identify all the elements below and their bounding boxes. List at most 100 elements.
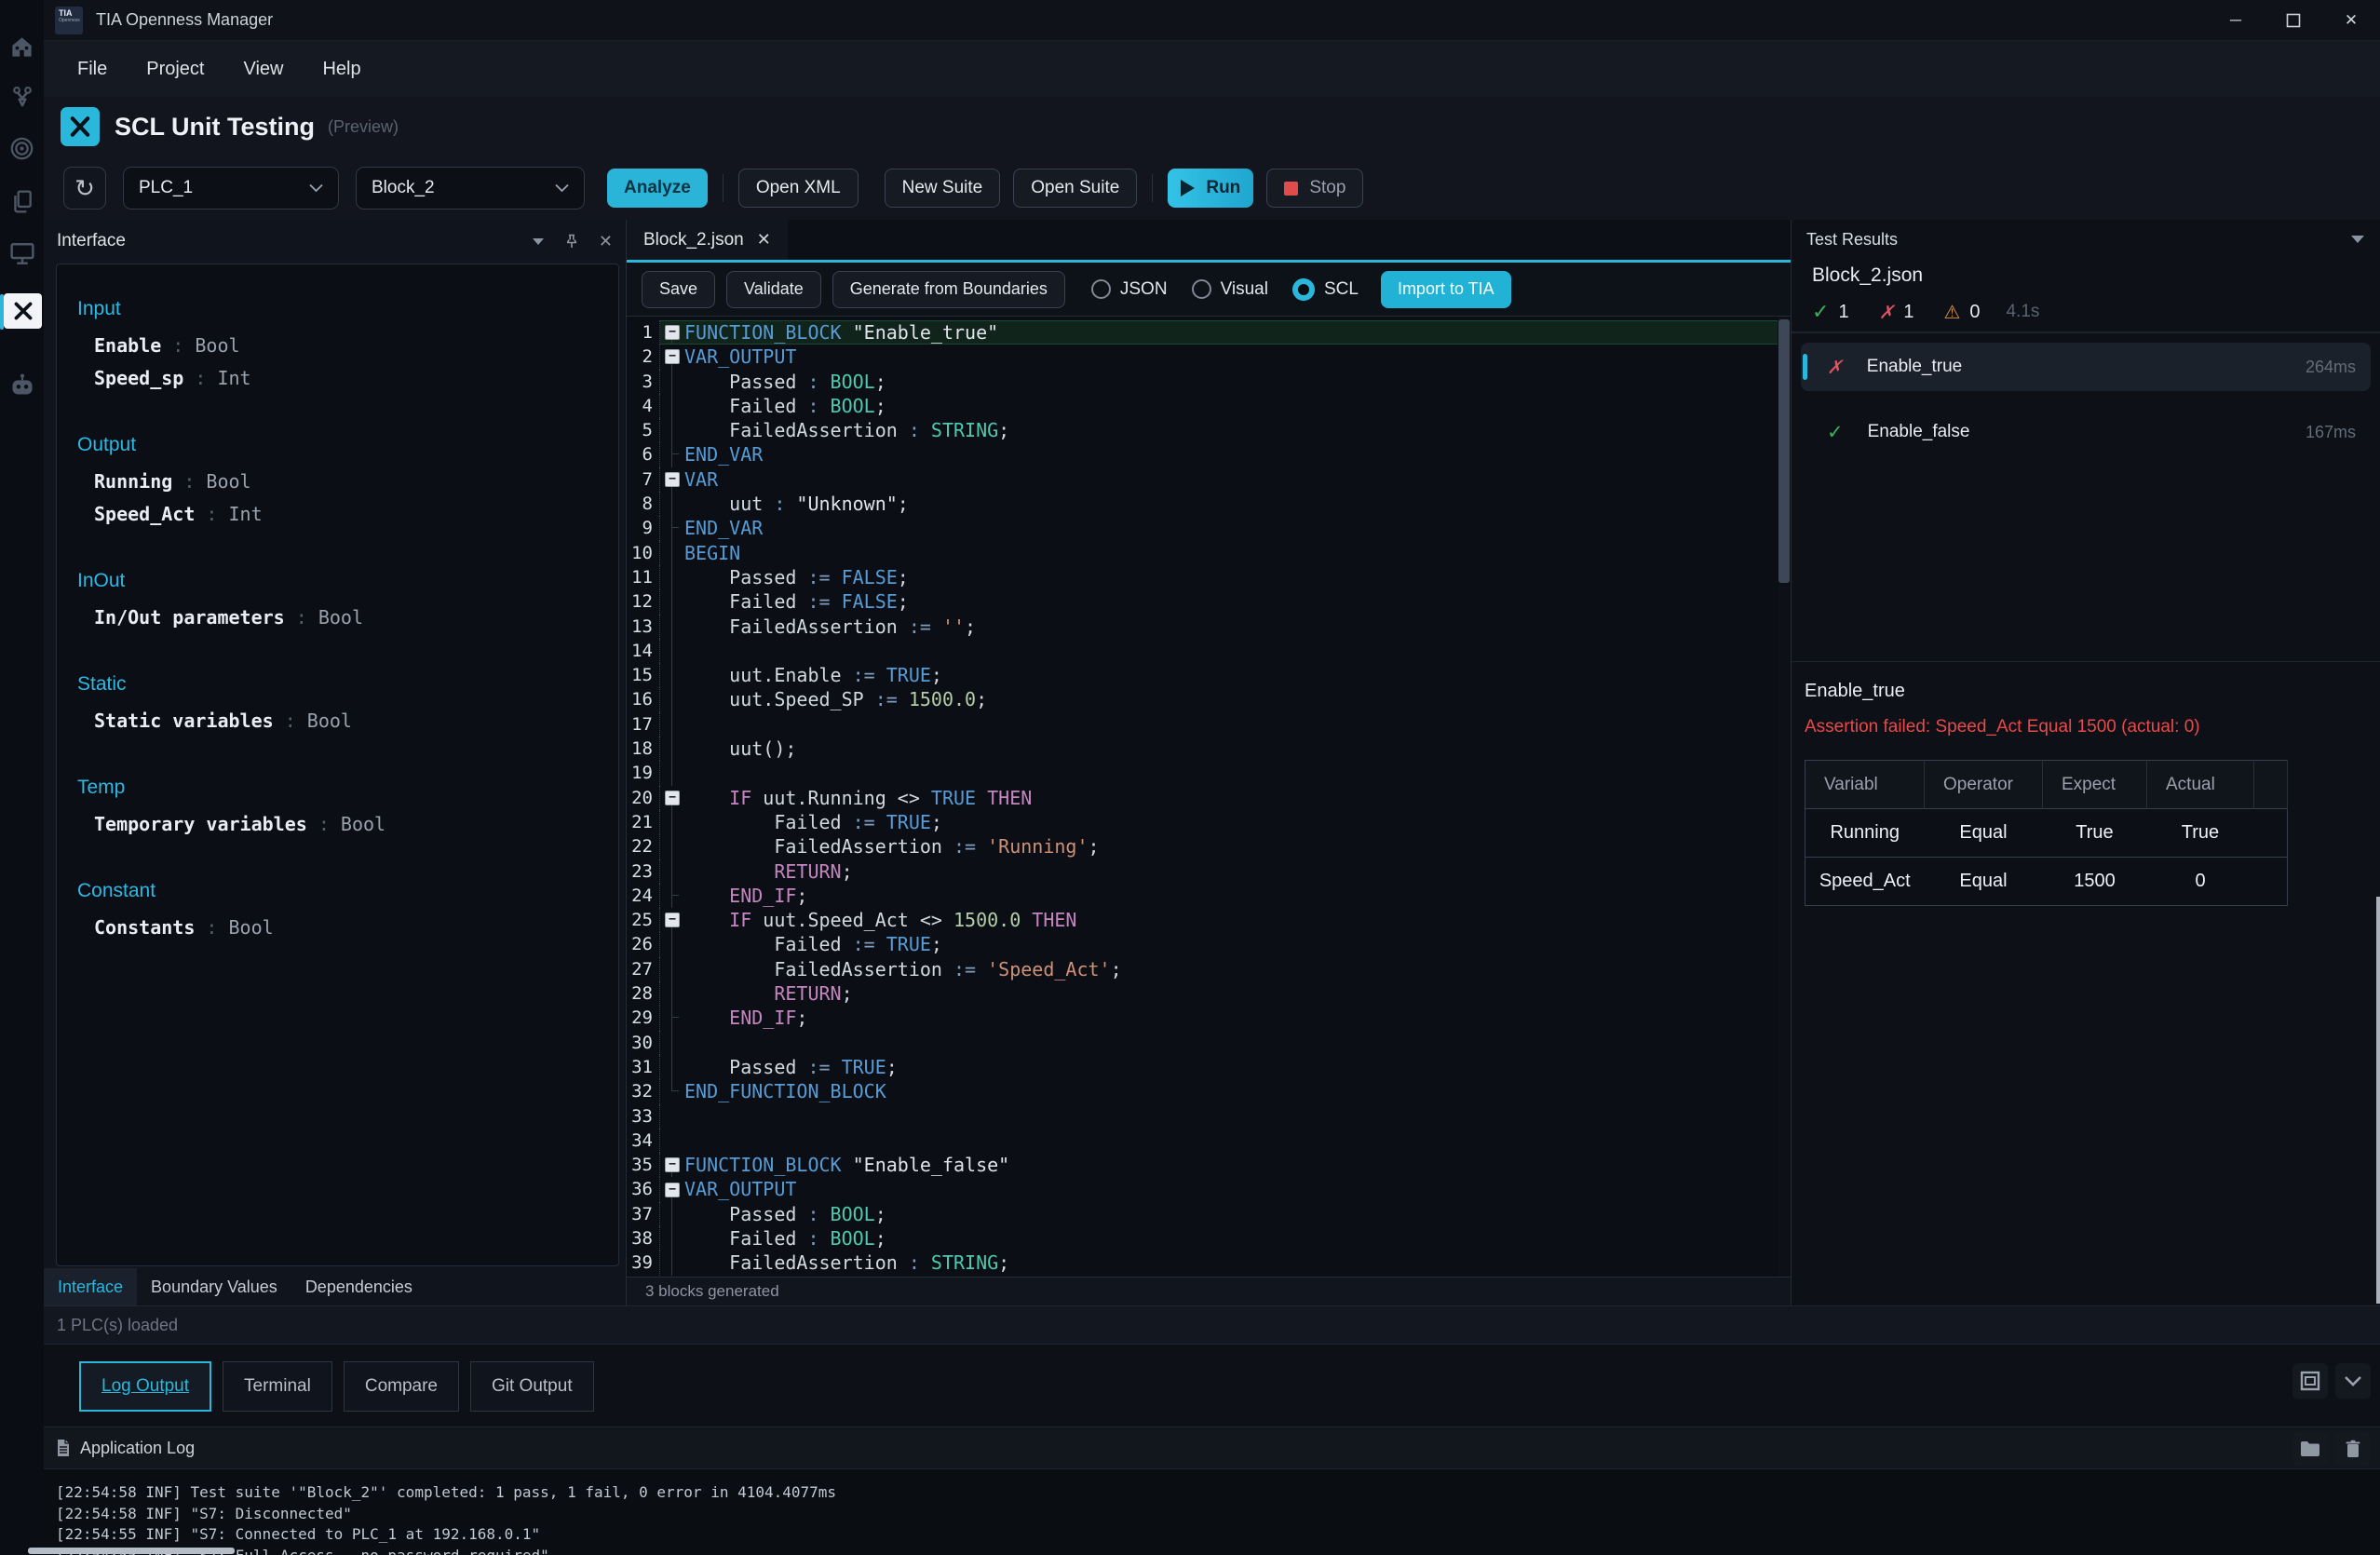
radio-visual[interactable]: Visual	[1192, 279, 1268, 300]
branch-icon[interactable]	[0, 78, 44, 115]
code-editor[interactable]: 1−FUNCTION_BLOCK "Enable_true"2−VAR_OUTP…	[627, 317, 1791, 1277]
fold-minus-icon[interactable]: −	[665, 791, 680, 805]
fold-marker-icon[interactable]: −	[660, 908, 684, 932]
tab-block2-json[interactable]: Block_2.json ✕	[627, 220, 788, 260]
panel-tab-dependencies[interactable]: Dependencies	[291, 1268, 426, 1305]
save-button[interactable]: Save	[642, 271, 715, 308]
plc-select[interactable]: PLC_1	[123, 167, 339, 210]
panel-scrollbar-thumb[interactable]	[2376, 897, 2380, 1304]
new-suite-button[interactable]: New Suite	[885, 169, 1001, 208]
horizontal-scrollbar-thumb[interactable]	[28, 1548, 235, 1554]
code-line: 21 Failed := TRUE;	[627, 810, 1791, 834]
code-line-body: BEGIN	[660, 541, 1791, 565]
code-line: 27 FailedAssertion := 'Speed_Act';	[627, 957, 1791, 981]
fold-minus-icon[interactable]: −	[665, 325, 680, 340]
radio-dot	[1192, 279, 1211, 299]
close-icon[interactable]: ✕	[599, 232, 613, 251]
open-xml-button[interactable]: Open XML	[738, 169, 859, 208]
maximize-panel-icon[interactable]	[2292, 1363, 2328, 1399]
fold-minus-icon[interactable]: −	[665, 1157, 680, 1172]
code-line: 26 Failed := TRUE;	[627, 932, 1791, 956]
test-result-item[interactable]: ✓Enable_false167ms	[1801, 408, 2371, 456]
code-line-body	[660, 639, 1791, 663]
generate-from-boundaries-button[interactable]: Generate from Boundaries	[832, 271, 1065, 308]
close-icon[interactable]: ✕	[2322, 0, 2380, 41]
fold-marker-icon[interactable]: −	[660, 345, 684, 369]
radio-scl[interactable]: SCL	[1292, 278, 1359, 301]
radio-json[interactable]: JSON	[1091, 279, 1168, 300]
line-number: 32	[627, 1079, 660, 1103]
block-select[interactable]: Block_2	[356, 167, 585, 210]
fold-minus-icon[interactable]: −	[665, 913, 680, 927]
code-text: Passed : BOOL;	[684, 1202, 886, 1226]
bottom-tab-terminal[interactable]: Terminal	[223, 1361, 332, 1412]
fold-marker-icon[interactable]: −	[660, 467, 684, 492]
test-result-item[interactable]: ✗Enable_true264ms	[1801, 343, 2371, 391]
run-button[interactable]: Run	[1168, 169, 1253, 208]
fold-minus-icon[interactable]: −	[665, 1183, 680, 1197]
panel-tab-interface[interactable]: Interface	[44, 1268, 137, 1305]
menu-help[interactable]: Help	[322, 59, 360, 80]
line-number: 36	[627, 1177, 660, 1201]
menu-file[interactable]: File	[77, 59, 107, 80]
target-icon[interactable]	[0, 129, 44, 167]
pin-icon[interactable]	[565, 234, 578, 249]
trash-icon[interactable]	[2335, 1431, 2371, 1467]
maximize-icon[interactable]	[2265, 0, 2322, 41]
code-text: FailedAssertion := 'Speed_Act';	[684, 957, 1122, 981]
interface-section-output: OutputRunning : BoolSpeed_Act : Int	[77, 434, 618, 531]
editor-toolbar: Save Validate Generate from Boundaries J…	[627, 263, 1791, 317]
fold-marker-icon[interactable]: −	[660, 320, 684, 345]
code-line-body: END_VAR	[660, 516, 1791, 540]
assertion-error-text: Assertion failed: Speed_Act Equal 1500 (…	[1805, 717, 2367, 737]
validate-button[interactable]: Validate	[726, 271, 821, 308]
analyze-button[interactable]: Analyze	[607, 169, 708, 208]
editor-scrollbar-thumb[interactable]	[1778, 319, 1790, 583]
minimize-icon[interactable]: ─	[2207, 0, 2265, 41]
fold-guide	[660, 1104, 684, 1129]
bottom-tab-compare[interactable]: Compare	[344, 1361, 459, 1412]
code-line: 17	[627, 712, 1791, 737]
robot-icon[interactable]	[0, 366, 44, 403]
monitor-icon[interactable]	[0, 235, 44, 272]
line-number: 24	[627, 884, 660, 908]
interface-section-temp: TempTemporary variables : Bool	[77, 777, 618, 841]
folder-icon[interactable]	[2292, 1431, 2328, 1467]
chevron-down-icon[interactable]	[532, 237, 545, 246]
code-line-body: uut.Speed_SP := 1500.0;	[660, 687, 1791, 711]
menu-project[interactable]: Project	[146, 59, 204, 80]
code-line: 3 Passed : BOOL;	[627, 370, 1791, 394]
code-line: 10BEGIN	[627, 541, 1791, 565]
detail-test-name: Enable_true	[1805, 681, 2367, 702]
documents-icon[interactable]	[0, 183, 44, 220]
line-number: 37	[627, 1202, 660, 1226]
open-suite-button[interactable]: Open Suite	[1013, 169, 1137, 208]
bottom-panel: Log OutputTerminalCompareGit Output Appl…	[44, 1345, 2380, 1555]
menu-view[interactable]: View	[243, 59, 283, 80]
code-line: 35−FUNCTION_BLOCK "Enable_false"	[627, 1153, 1791, 1177]
bottom-tab-git-output[interactable]: Git Output	[470, 1361, 594, 1412]
interface-sections: InputEnable : BoolSpeed_sp : Int OutputRu…	[56, 264, 619, 1266]
home-icon[interactable]	[0, 28, 44, 65]
fold-marker-icon[interactable]: −	[660, 1177, 684, 1201]
page-header: SCL Unit Testing (Preview)	[44, 97, 2380, 156]
fold-minus-icon[interactable]: −	[665, 349, 680, 364]
table-header-cell: Variabl	[1805, 761, 1925, 809]
fold-minus-icon[interactable]: −	[665, 472, 680, 487]
collapse-panel-icon[interactable]	[2335, 1363, 2371, 1399]
chevron-down-icon[interactable]	[2350, 235, 2365, 244]
bottom-tab-log-output[interactable]: Log Output	[79, 1361, 211, 1412]
test-tubes-icon[interactable]	[4, 293, 42, 329]
tab-close-icon[interactable]: ✕	[757, 230, 771, 250]
code-line: 4 Failed : BOOL;	[627, 394, 1791, 418]
selected-indicator	[1803, 354, 1807, 380]
stop-button[interactable]: Stop	[1266, 169, 1363, 208]
interface-section-input: InputEnable : BoolSpeed_sp : Int	[77, 298, 618, 395]
fold-marker-icon[interactable]: −	[660, 786, 684, 810]
fold-guide	[660, 516, 684, 540]
refresh-icon[interactable]: ↻	[63, 167, 106, 210]
panel-tab-boundary-values[interactable]: Boundary Values	[137, 1268, 291, 1305]
import-to-tia-button[interactable]: Import to TIA	[1381, 271, 1511, 308]
interface-section-static: StaticStatic variables : Bool	[77, 673, 618, 737]
fold-marker-icon[interactable]: −	[660, 1153, 684, 1177]
